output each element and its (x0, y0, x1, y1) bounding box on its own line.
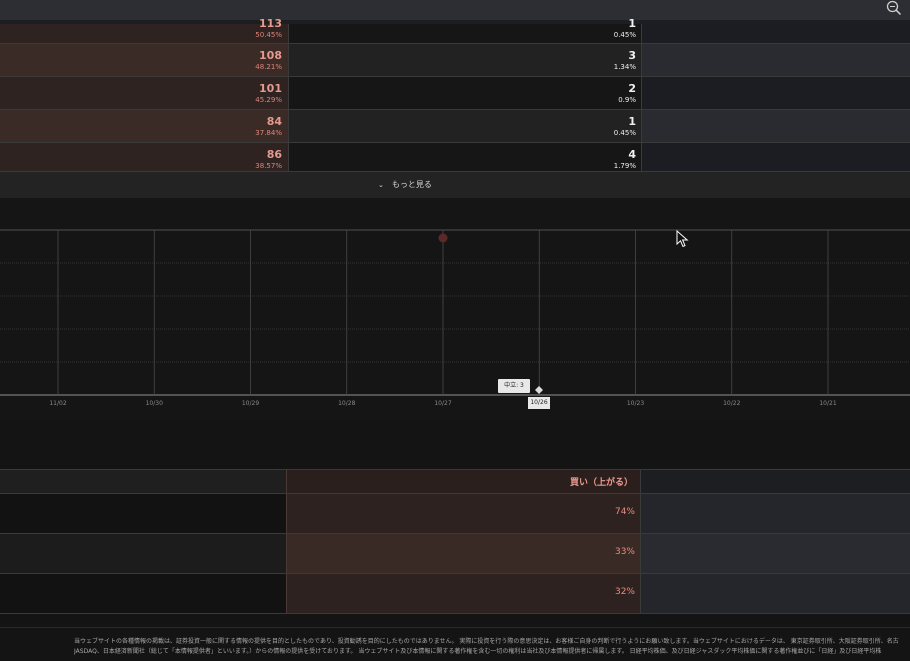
table-row: 32% (0, 574, 910, 614)
cell-percent: 0.45% (613, 129, 636, 137)
cell-percent: 48.21% (255, 63, 282, 71)
table-row: 101 45.29% 2 0.9% (0, 77, 910, 110)
show-more-label: もっと見る (391, 180, 432, 189)
cell-percent: 0.45% (613, 31, 636, 39)
sell-cell: 113 50.45% (0, 18, 288, 43)
other-cell (640, 534, 910, 573)
row-label-cell (0, 574, 286, 613)
cell-percent: 45.29% (255, 96, 282, 104)
cell-percent: 38.57% (255, 162, 282, 170)
buy-cell (641, 24, 910, 43)
neutral-cell: 1 0.45% (288, 110, 642, 142)
hover-date-label: 10/26 (528, 397, 550, 409)
x-tick-label: 10/22 (723, 400, 740, 407)
cell-percent: 1.79% (613, 162, 636, 170)
cell-value: 113 (259, 17, 282, 30)
history-chart[interactable]: 11/02 10/30 10/29 10/28 10/27 10/23 10/22 10/21… (0, 198, 910, 418)
buy-percent: 33% (614, 547, 635, 557)
sell-cell: 84 37.84% (0, 110, 288, 142)
hover-marker (535, 386, 543, 394)
x-tick-label: 10/28 (338, 400, 355, 407)
table-row: 74% (0, 494, 910, 534)
show-more-button[interactable]: ⌄ もっと見る (378, 179, 432, 190)
row-label-cell (0, 494, 286, 533)
show-more-bar: ⌄ もっと見る (0, 171, 910, 199)
cell-percent: 1.34% (613, 63, 636, 71)
mouse-cursor-icon (676, 230, 689, 248)
buy-cell (641, 44, 910, 76)
table-row: 108 48.21% 3 1.34% (0, 44, 910, 77)
cell-percent: 37.84% (255, 129, 282, 137)
buy-cell (641, 110, 910, 142)
neutral-cell: 1 0.45% (288, 18, 642, 43)
buy-percent: 74% (614, 507, 635, 517)
cell-value: 1 (628, 115, 636, 128)
cell-value: 3 (628, 49, 636, 62)
x-tick-label: 10/29 (242, 400, 259, 407)
grid-lines-vertical (57, 230, 829, 395)
disclaimer-line: JASDAQ、日本経済新聞社（総じて「本情報提供者」といいます。）からの情報の提… (74, 648, 882, 655)
buy-cell: 32% (286, 574, 641, 613)
table-row: 113 50.45% 1 0.45% (0, 18, 910, 44)
table-header: 買い（上がる） (0, 469, 910, 494)
cell-value: 1 (628, 17, 636, 30)
buy-cell: 74% (286, 494, 641, 533)
x-tick-label: 10/21 (819, 400, 836, 407)
zoom-icon[interactable] (886, 0, 902, 16)
cell-value: 2 (628, 82, 636, 95)
x-tick-label: 10/27 (434, 400, 451, 407)
chart-svg: 11/02 10/30 10/29 10/28 10/27 10/23 10/22 10/21 (0, 229, 910, 407)
other-cell (640, 574, 910, 613)
x-tick-labels: 11/02 10/30 10/29 10/28 10/27 10/23 10/22 10/21 (49, 400, 836, 407)
buy-cell: 33% (286, 534, 641, 573)
table-row: 84 37.84% 1 0.45% (0, 110, 910, 143)
vote-count-table: 113 50.45% 1 0.45% 108 48.21% 3 1.34% 10… (0, 18, 910, 176)
cell-percent: 50.45% (255, 31, 282, 39)
cell-value: 84 (266, 115, 282, 128)
cell-value: 108 (259, 49, 282, 62)
disclaimer-text: 当ウェブサイトの各種情報の掲載は、証券投資一般に関する情報の提供を目的としたもの… (74, 637, 910, 657)
cell-percent: 0.9% (618, 96, 636, 104)
neutral-cell: 3 1.34% (288, 44, 642, 76)
data-point[interactable] (438, 233, 448, 243)
chart-tooltip: 中立: 3 (498, 379, 530, 393)
header-cell-buy: 買い（上がる） (286, 470, 641, 493)
chevron-down-icon: ⌄ (378, 181, 384, 189)
buy-percent: 32% (614, 587, 635, 597)
header-cell (640, 470, 910, 493)
neutral-cell: 2 0.9% (288, 77, 642, 109)
x-tick-label: 11/02 (49, 400, 66, 407)
other-cell (640, 494, 910, 533)
top-bar (0, 0, 910, 20)
buy-header-label: 買い（上がる） (569, 478, 633, 488)
disclaimer-line: 当ウェブサイトの各種情報の掲載は、証券投資一般に関する情報の提供を目的としたもの… (74, 638, 899, 645)
header-cell (0, 470, 286, 493)
table-row: 33% (0, 534, 910, 574)
cell-value: 101 (259, 82, 282, 95)
sell-cell: 101 45.29% (0, 77, 288, 109)
buy-cell (641, 77, 910, 109)
sentiment-table: 買い（上がる） 74% 33% 32% (0, 469, 910, 614)
cell-value: 86 (266, 148, 282, 161)
row-label-cell (0, 534, 286, 573)
x-tick-label: 10/23 (627, 400, 644, 407)
disclaimer-footer: 当ウェブサイトの各種情報の掲載は、証券投資一般に関する情報の提供を目的としたもの… (0, 627, 910, 661)
x-tick-label: 10/30 (146, 400, 163, 407)
grid-lines (0, 229, 910, 396)
cell-value: 4 (628, 148, 636, 161)
sell-cell: 108 48.21% (0, 44, 288, 76)
